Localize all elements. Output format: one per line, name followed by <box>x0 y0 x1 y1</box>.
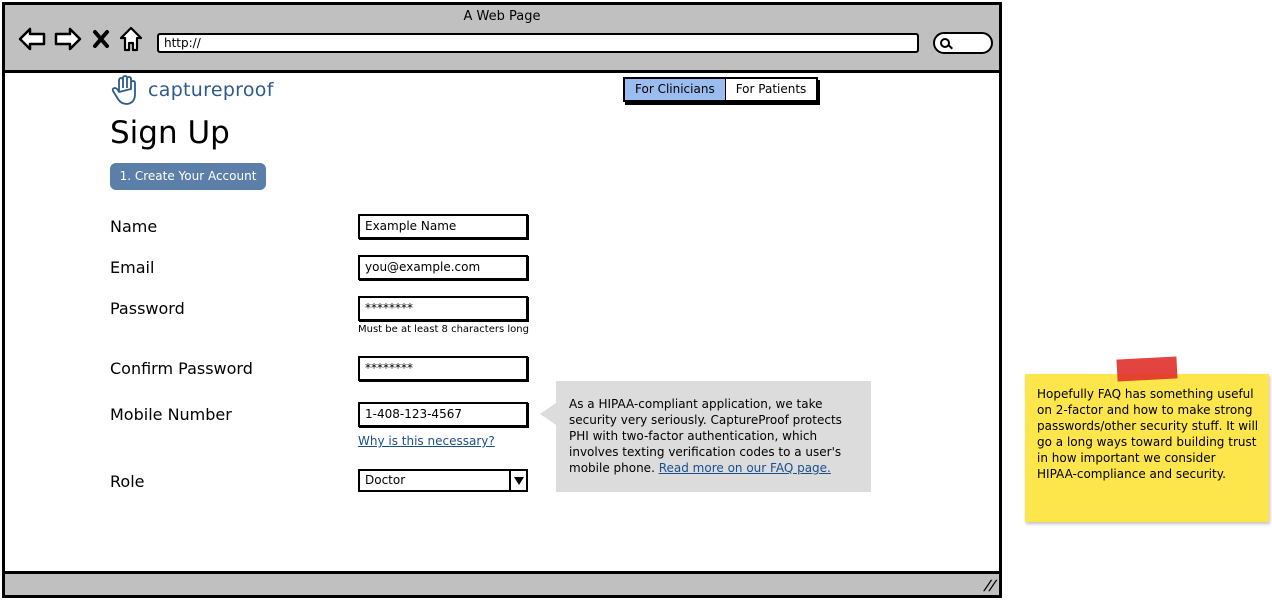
sticky-note: Hopefully FAQ has something useful on 2-… <box>1025 356 1269 522</box>
role-label: Role <box>110 472 145 491</box>
resize-grip-icon[interactable]: // <box>982 578 998 594</box>
close-x-icon[interactable] <box>89 25 113 53</box>
browser-search-input[interactable] <box>933 32 993 54</box>
tab-for-patients[interactable]: For Patients <box>725 79 817 100</box>
audience-toggle: For Clinicians For Patients <box>623 77 819 102</box>
home-icon[interactable] <box>117 25 145 53</box>
email-label: Email <box>110 258 155 277</box>
sticky-note-text: Hopefully FAQ has something useful on 2-… <box>1037 387 1259 481</box>
browser-statusbar: // <box>5 571 999 595</box>
password-label: Password <box>110 299 185 318</box>
browser-titlebar: A Web Page http:// <box>5 5 999 73</box>
page-title: Sign Up <box>110 115 230 151</box>
hand-icon <box>111 75 136 105</box>
window-title: A Web Page <box>463 9 541 24</box>
forward-arrow-icon[interactable] <box>53 25 83 53</box>
email-field[interactable]: you@example.com <box>358 255 528 280</box>
brand-name: captureproof <box>148 79 274 101</box>
role-selected-value: Doctor <box>365 473 406 487</box>
security-callout: As a HIPAA-compliant application, we tak… <box>540 381 871 492</box>
tape-decoration <box>1116 356 1178 382</box>
step-create-account-button[interactable]: 1. Create Your Account <box>110 163 266 190</box>
confirm-password-field[interactable]: ******** <box>358 356 528 381</box>
url-input[interactable]: http:// <box>157 33 919 53</box>
mobile-number-label: Mobile Number <box>110 405 232 424</box>
confirm-password-label: Confirm Password <box>110 359 253 378</box>
name-label: Name <box>110 217 158 236</box>
password-field[interactable]: ******** <box>358 296 528 321</box>
faq-link[interactable]: Read more on our FAQ page. <box>659 461 831 475</box>
role-select[interactable]: Doctor <box>358 469 528 492</box>
why-necessary-link[interactable]: Why is this necessary? <box>358 434 495 448</box>
password-hint: Must be at least 8 characters long <box>358 324 529 335</box>
magnifier-icon <box>940 38 950 48</box>
name-field[interactable]: Example Name <box>358 214 528 239</box>
back-arrow-icon[interactable] <box>17 25 47 53</box>
dropdown-arrow-icon[interactable] <box>509 471 526 490</box>
brand-logo[interactable]: captureproof <box>110 74 274 106</box>
mobile-number-field[interactable]: 1-408-123-4567 <box>358 402 528 427</box>
tab-for-clinicians[interactable]: For Clinicians <box>625 79 726 100</box>
